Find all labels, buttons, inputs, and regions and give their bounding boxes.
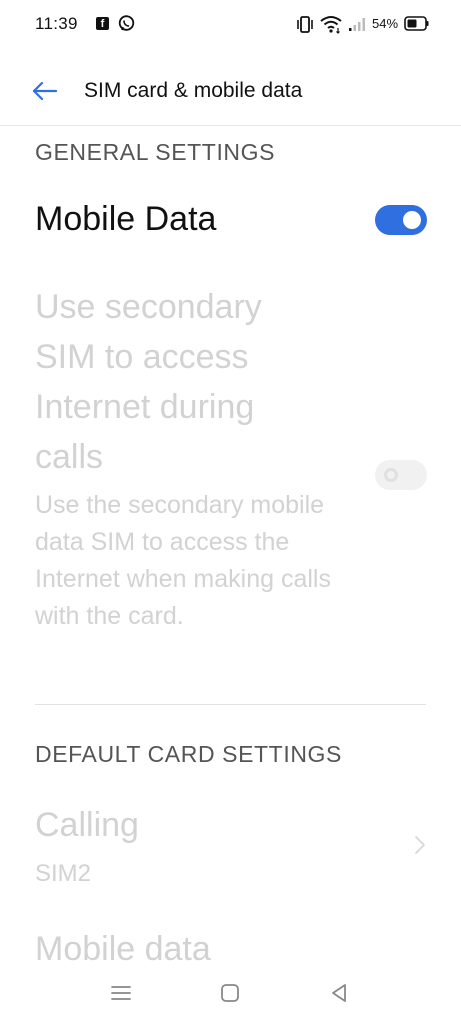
vibrate-icon	[297, 16, 313, 33]
mobile-data-label: Mobile Data	[35, 200, 217, 238]
secondary-sim-title: Use secondary SIM to access Internet dur…	[35, 288, 262, 476]
toggle-knob	[403, 211, 421, 229]
toggle-knob	[384, 468, 398, 482]
status-bar: 11:39 f 54%	[0, 0, 461, 50]
calling-value: SIM2	[35, 860, 92, 887]
battery-icon	[404, 16, 429, 31]
battery-percent: 54%	[372, 16, 399, 31]
home-icon[interactable]	[220, 983, 240, 1003]
app-bar: SIM card & mobile data	[0, 58, 461, 126]
navigation-bar	[0, 964, 461, 1024]
facebook-icon: f	[96, 17, 109, 30]
viber-icon	[118, 15, 135, 31]
section-divider	[35, 704, 426, 705]
chevron-right-icon	[415, 836, 425, 854]
general-settings-header: GENERAL SETTINGS	[35, 139, 276, 165]
back-arrow-icon[interactable]	[28, 76, 62, 106]
wifi-icon	[320, 16, 342, 34]
signal-icon	[349, 18, 365, 31]
menu-icon[interactable]	[110, 984, 132, 1002]
page-title: SIM card & mobile data	[84, 79, 303, 102]
secondary-sim-description: Use the secondary mobile data SIM to acc…	[35, 491, 331, 630]
calling-label: Calling	[35, 806, 139, 844]
secondary-sim-toggle	[375, 460, 427, 490]
back-icon[interactable]	[328, 982, 350, 1004]
mobile-data-toggle[interactable]	[375, 205, 427, 235]
default-card-settings-header: DEFAULT CARD SETTINGS	[35, 741, 342, 767]
status-time: 11:39	[35, 14, 78, 33]
